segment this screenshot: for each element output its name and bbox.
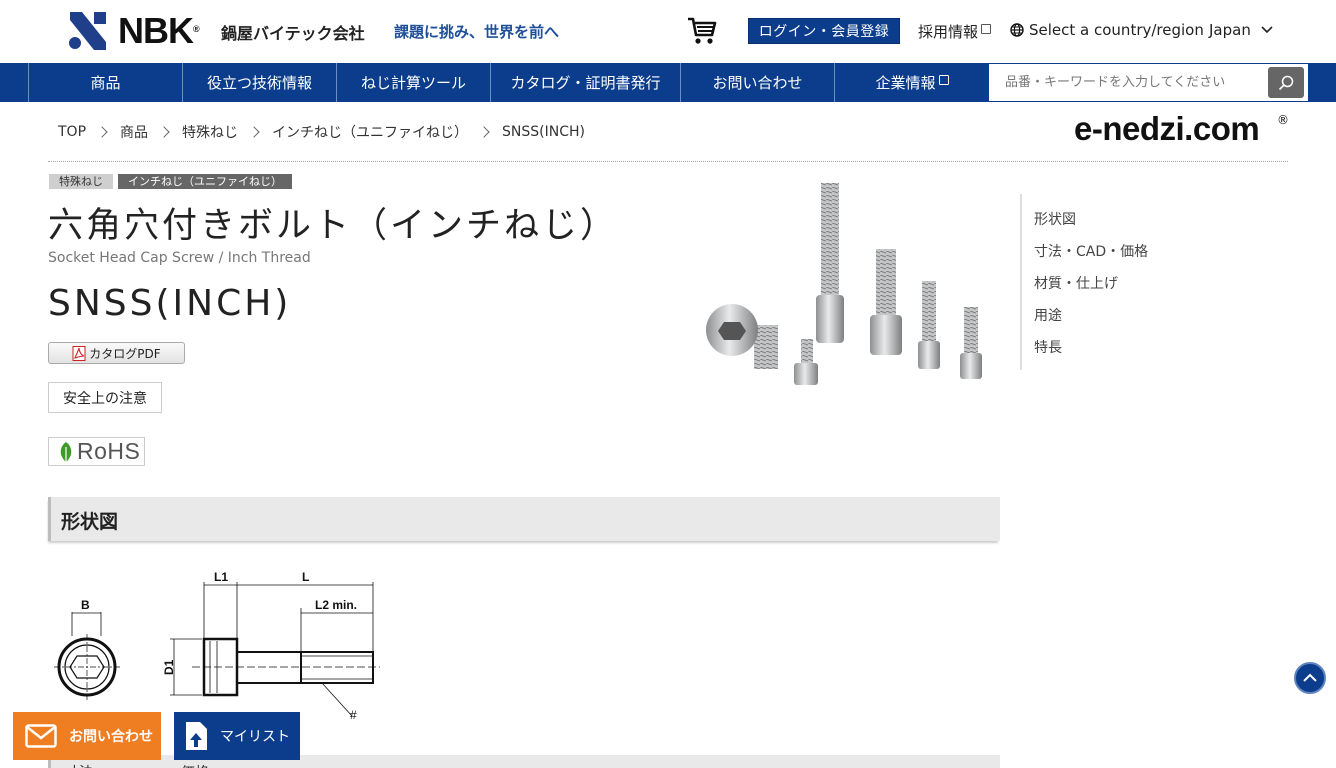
back-to-top-button[interactable] <box>1294 662 1326 694</box>
breadcrumb-current: SNSS(INCH) <box>502 124 585 140</box>
breadcrumb-top[interactable]: TOP <box>58 124 86 140</box>
nav-item-company[interactable]: 企業情報 <box>834 63 989 102</box>
chevron-right-icon <box>478 126 490 138</box>
category-tag[interactable]: インチねじ（ユニファイねじ） <box>118 174 292 189</box>
search-input[interactable] <box>989 64 1267 101</box>
country-selector[interactable]: Select a country/region <box>1010 21 1204 39</box>
external-link-icon <box>938 74 949 85</box>
logo-wordmark: NBK® <box>118 10 200 51</box>
label-l: L <box>302 570 309 584</box>
nav-item-products[interactable]: 商品 <box>28 63 182 102</box>
e-nedzi-logo[interactable]: e-nedzi.com <box>1074 110 1260 148</box>
catalog-pdf-label: カタログPDF <box>89 346 161 361</box>
brand-registered-mark: ® <box>1277 113 1289 127</box>
label-l2: L2 min. <box>315 598 357 612</box>
side-nav-features[interactable]: 特長 <box>1034 337 1062 357</box>
category-tag[interactable]: 特殊ねじ <box>49 174 113 189</box>
nav-item-company-label: 企業情報 <box>875 74 936 92</box>
chevron-right-icon <box>158 126 170 138</box>
safety-notice-button[interactable]: 安全上の注意 <box>48 382 162 413</box>
recruit-label: 採用情報 <box>918 23 979 41</box>
chevron-up-icon <box>1303 673 1317 682</box>
external-link-icon <box>981 24 992 34</box>
login-register-button[interactable]: ログイン・会員登録 <box>748 18 900 44</box>
catalog-pdf-button[interactable]: カタログPDF <box>48 342 185 364</box>
chevron-right-icon <box>248 126 260 138</box>
pdf-icon <box>72 345 86 361</box>
breadcrumb-products[interactable]: 商品 <box>120 122 148 142</box>
label-l1: L1 <box>214 570 228 584</box>
globe-icon <box>1010 23 1024 37</box>
cart-icon[interactable] <box>686 14 718 46</box>
section-title: 形状図 <box>61 511 119 533</box>
site-header: NBK® 鍋屋バイテック会社 課題に挑み、世界を前へ ログイン・会員登録 採用情… <box>0 0 1336 63</box>
region-dropdown[interactable]: Japan <box>1209 21 1273 39</box>
nav-item-screw-calc[interactable]: ねじ計算ツール <box>336 63 490 102</box>
label-b: B <box>81 598 90 612</box>
chevron-right-icon <box>96 126 108 138</box>
floating-contact-label: お問い合わせ <box>69 729 153 745</box>
column-price: 価格 <box>181 762 209 768</box>
nav-item-tech-info[interactable]: 役立つ技術情報 <box>182 63 336 102</box>
nbk-logo[interactable]: NBK® <box>68 10 200 51</box>
floating-contact-button[interactable]: お問い合わせ <box>13 712 161 760</box>
search-icon <box>1278 75 1294 90</box>
product-subtitle: Socket Head Cap Screw / Inch Thread <box>48 250 311 266</box>
tagline-link[interactable]: 課題に挑み、世界を前へ <box>394 21 559 42</box>
shape-drawing: B L1 L L2 min. D1 # <box>54 570 380 722</box>
chevron-down-icon <box>1261 26 1273 34</box>
side-nav-usage[interactable]: 用途 <box>1034 305 1062 325</box>
floating-mylist-label: マイリスト <box>220 729 290 745</box>
leaf-icon <box>60 441 72 462</box>
side-nav-shape[interactable]: 形状図 <box>1034 209 1076 229</box>
column-dimensions: 寸法 <box>65 762 93 768</box>
product-code: SNSS(INCH) <box>48 283 292 324</box>
label-d1: D1 <box>162 659 176 675</box>
product-title: 六角穴付きボルト（インチねじ） <box>48 206 619 246</box>
side-nav-material[interactable]: 材質・仕上げ <box>1034 273 1118 293</box>
floating-mylist-button[interactable]: マイリスト <box>174 712 300 760</box>
mail-icon <box>25 724 57 748</box>
recruit-link[interactable]: 採用情報 <box>918 21 992 42</box>
side-nav-dimensions[interactable]: 寸法・CAD・価格 <box>1034 241 1148 261</box>
company-name: 鍋屋バイテック会社 <box>221 24 365 43</box>
main-nav: 商品 役立つ技術情報 ねじ計算ツール カタログ・証明書発行 お問い合わせ 企業情… <box>0 63 1336 102</box>
nav-item-catalog[interactable]: カタログ・証明書発行 <box>490 63 680 102</box>
rohs-badge: RoHS <box>48 437 145 466</box>
region-value: Japan <box>1209 21 1251 39</box>
label-hash: # <box>350 708 357 722</box>
mylist-icon <box>186 722 207 750</box>
breadcrumb-special-screws[interactable]: 特殊ねじ <box>182 122 238 142</box>
nav-item-contact[interactable]: お問い合わせ <box>680 63 834 102</box>
section-header-shape: 形状図 <box>48 497 1000 541</box>
breadcrumb: TOP 商品 特殊ねじ インチねじ（ユニファイねじ） SNSS(INCH) <box>58 122 585 142</box>
divider <box>48 161 1288 162</box>
rohs-label: RoHS <box>77 438 141 464</box>
search-box <box>989 64 1308 101</box>
product-photo <box>706 183 982 385</box>
nbk-logo-mark-icon <box>69 12 106 50</box>
search-button[interactable] <box>1268 67 1304 98</box>
country-label: Select a country/region <box>1029 21 1204 39</box>
breadcrumb-inch-screws[interactable]: インチねじ（ユニファイねじ） <box>272 122 468 142</box>
page-section-nav: 形状図 寸法・CAD・価格 材質・仕上げ 用途 特長 <box>1020 194 1180 370</box>
